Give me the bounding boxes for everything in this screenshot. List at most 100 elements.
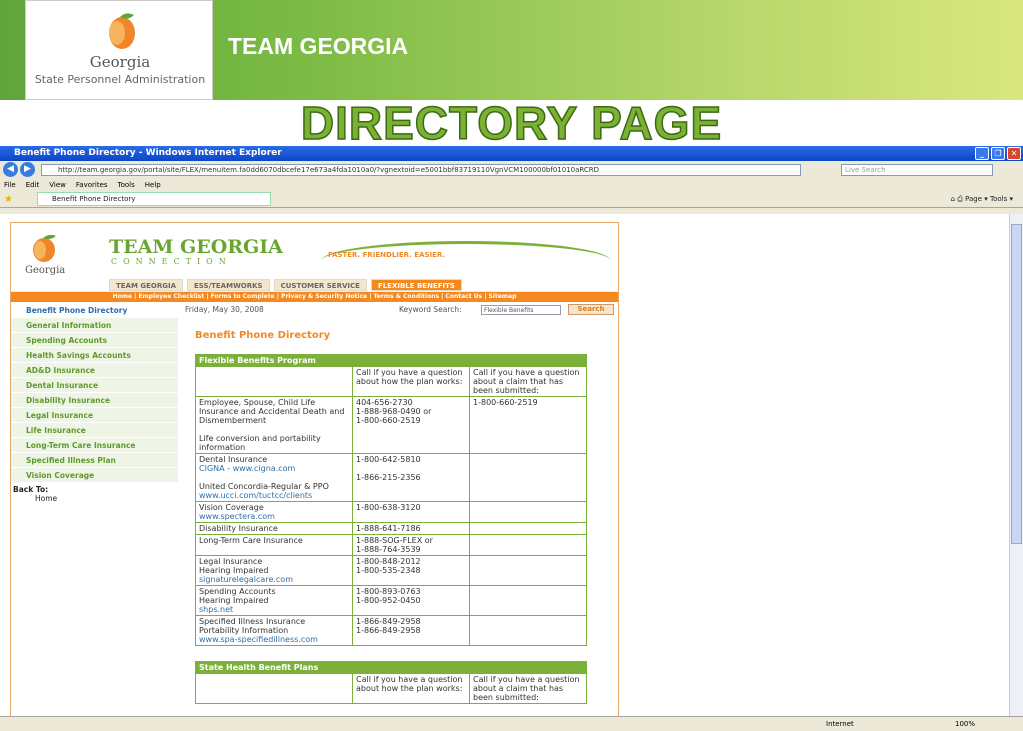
phone-claim-cell — [468, 534, 588, 556]
live-search-input[interactable]: Live Search — [841, 163, 993, 176]
page-menu-button[interactable]: Page ▾ — [965, 195, 988, 203]
table-row: Dental Insurance CIGNA - www.cigna.com Uni… — [195, 453, 588, 502]
forward-icon[interactable]: ▶ — [20, 162, 35, 177]
menu-view[interactable]: View — [49, 181, 66, 189]
phone-claim-cell — [468, 522, 588, 535]
minimize-icon[interactable]: _ — [975, 147, 989, 160]
menu-bar: File Edit View Favorites Tools Help — [0, 178, 1023, 191]
nav-long-term-care-insurance[interactable]: Long-Term Care Insurance — [11, 438, 178, 453]
status-zoom[interactable]: 100% — [955, 717, 975, 731]
left-nav: Benefit Phone Directory General Informat… — [11, 303, 178, 503]
browser-tab[interactable]: Benefit Phone Directory — [36, 192, 271, 206]
plan-name: Long-Term Care Insurance — [199, 536, 303, 545]
plan-name: United Concordia-Regular & PPO — [199, 482, 329, 491]
maximize-icon[interactable]: ❐ — [991, 147, 1005, 160]
plan-link[interactable]: CIGNA - www.cigna.com — [199, 464, 349, 473]
table-title: State Health Benefit Plans — [195, 661, 587, 674]
site-links-bar[interactable]: Home | Employee Checklist | Forms to Com… — [11, 292, 618, 302]
plan-name: Disability Insurance — [199, 524, 278, 533]
page-title: Benefit Phone Directory — [195, 330, 331, 341]
tab-team-georgia[interactable]: TEAM GEORGIA — [109, 279, 184, 291]
slide-heading: DIRECTORY PAGE — [300, 96, 723, 150]
site-name: TEAM GEORGIA — [109, 236, 283, 258]
window-title: Benefit Phone Directory - Windows Intern… — [14, 148, 282, 158]
print-icon[interactable]: ⎙ — [957, 195, 963, 203]
menu-edit[interactable]: Edit — [26, 181, 40, 189]
keyword-search-label: Keyword Search: — [399, 305, 462, 314]
table-row: Disability Insurance 1-888-641-7186 — [195, 522, 588, 535]
tab-ess-teamworks[interactable]: ESS/TEAMWORKS — [187, 279, 270, 291]
favorites-star-icon[interactable]: ★ — [4, 194, 13, 205]
georgia-logo-text: Georgia — [89, 53, 151, 71]
menu-help[interactable]: Help — [145, 181, 161, 189]
table-row: Legal Insurance Hearing Impaired signature… — [195, 555, 588, 586]
plan-name: Life conversion and portability informat… — [199, 434, 321, 452]
main-content: Friday, May 30, 2008 Keyword Search: Fle… — [185, 303, 615, 704]
table-cell — [195, 366, 353, 397]
nav-vision-coverage[interactable]: Vision Coverage — [11, 468, 178, 483]
site-tabs: TEAM GEORGIA ESS/TEAMWORKS CUSTOMER SERV… — [109, 279, 462, 291]
nav-legal-insurance[interactable]: Legal Insurance — [11, 408, 178, 423]
table-header-row: Call if you have a question about how th… — [195, 366, 588, 397]
address-bar-row: ◀ ▶ http://team.georgia.gov/portal/site/… — [0, 161, 1023, 178]
plan-cell: Legal Insurance Hearing Impaired signature… — [195, 555, 353, 586]
vertical-scrollbar[interactable] — [1009, 214, 1023, 716]
team-georgia-site: Georgia TEAM GEORGIA CONNECTION FASTER. … — [10, 222, 619, 716]
nav-disability-insurance[interactable]: Disability Insurance — [11, 393, 178, 408]
scrollbar-thumb[interactable] — [1011, 224, 1022, 544]
nav-general-information[interactable]: General Information — [11, 318, 178, 333]
site-tagline: FASTER. FRIENDLIER. EASIER. — [328, 251, 446, 259]
nav-life-insurance[interactable]: Life Insurance — [11, 423, 178, 438]
nav-add-insurance[interactable]: AD&D Insurance — [11, 363, 178, 378]
status-zone: Internet — [826, 720, 854, 728]
plan-cell: Spending Accounts Hearing Impaired shps.ne… — [195, 585, 353, 616]
home-icon[interactable]: ⌂ — [951, 195, 955, 203]
column-header-how: Call if you have a question about how th… — [352, 673, 470, 704]
plan-link[interactable]: signaturelegalcare.com — [199, 575, 349, 584]
plan-cell: Disability Insurance — [195, 522, 353, 535]
tab-customer-service[interactable]: CUSTOMER SERVICE — [273, 279, 367, 291]
menu-tools[interactable]: Tools — [118, 181, 135, 189]
plan-link[interactable]: shps.net — [199, 605, 349, 614]
back-to-label: Back To: — [13, 485, 49, 494]
current-date: Friday, May 30, 2008 — [185, 305, 264, 314]
peach-icon — [33, 234, 56, 262]
menu-file[interactable]: File — [4, 181, 16, 189]
column-header-claim: Call if you have a question about a clai… — [468, 366, 588, 397]
site-georgia-label: Georgia — [25, 265, 66, 276]
plan-link[interactable]: www.spa-specifiedillness.com — [199, 635, 349, 644]
site-connection: CONNECTION — [111, 257, 232, 266]
page-viewport: Georgia TEAM GEORGIA CONNECTION FASTER. … — [0, 214, 1009, 716]
nav-spending-accounts[interactable]: Spending Accounts — [11, 333, 178, 348]
table-row: Long-Term Care Insurance 1-888-SOG-FLEX o… — [195, 534, 588, 556]
column-header-claim: Call if you have a question about a clai… — [469, 673, 587, 704]
nav-specified-illness-plan[interactable]: Specified Illness Plan — [11, 453, 178, 468]
phone-claim-cell — [468, 555, 588, 586]
menu-favorites[interactable]: Favorites — [76, 181, 108, 189]
nav-benefit-phone-directory[interactable]: Benefit Phone Directory — [11, 303, 178, 318]
table-title-row: Flexible Benefits Program — [194, 354, 588, 367]
tab-flexible-benefits[interactable]: FLEXIBLE BENEFITS — [370, 279, 462, 291]
peach-icon — [109, 13, 135, 49]
nav-dental-insurance[interactable]: Dental Insurance — [11, 378, 178, 393]
plan-name: Portability Information — [199, 626, 289, 635]
plan-link[interactable]: www.ucci.com/tuctcc/clients — [199, 491, 349, 500]
address-input[interactable]: http://team.georgia.gov/portal/site/FLEX… — [41, 163, 801, 176]
plan-name: Dental Insurance — [199, 455, 268, 464]
keyword-search-input[interactable]: Flexible Benefits — [481, 305, 561, 315]
search-button[interactable]: Search — [568, 304, 614, 315]
phone-how-cell: 1-800-893-0763 1-800-952-0450 — [352, 585, 470, 616]
phone-claim-cell — [468, 585, 588, 616]
back-home-link[interactable]: Home — [11, 494, 178, 503]
back-icon[interactable]: ◀ — [3, 162, 18, 177]
plan-cell: Employee, Spouse, Child Life Insurance a… — [195, 396, 353, 454]
phone-claim-cell — [468, 615, 588, 646]
column-header-how: Call if you have a question about how th… — [352, 366, 470, 397]
tools-menu-button[interactable]: Tools ▾ — [990, 195, 1013, 203]
phone-how-cell: 1-888-SOG-FLEX or 1-888-764-3539 — [352, 534, 470, 556]
plan-link[interactable]: www.spectera.com — [199, 512, 349, 521]
nav-health-savings-accounts[interactable]: Health Savings Accounts — [11, 348, 178, 363]
close-icon[interactable]: ✕ — [1007, 147, 1021, 160]
favorites-bar: ★ Benefit Phone Directory ⌂ ⎙ Page ▾ Too… — [0, 191, 1023, 208]
